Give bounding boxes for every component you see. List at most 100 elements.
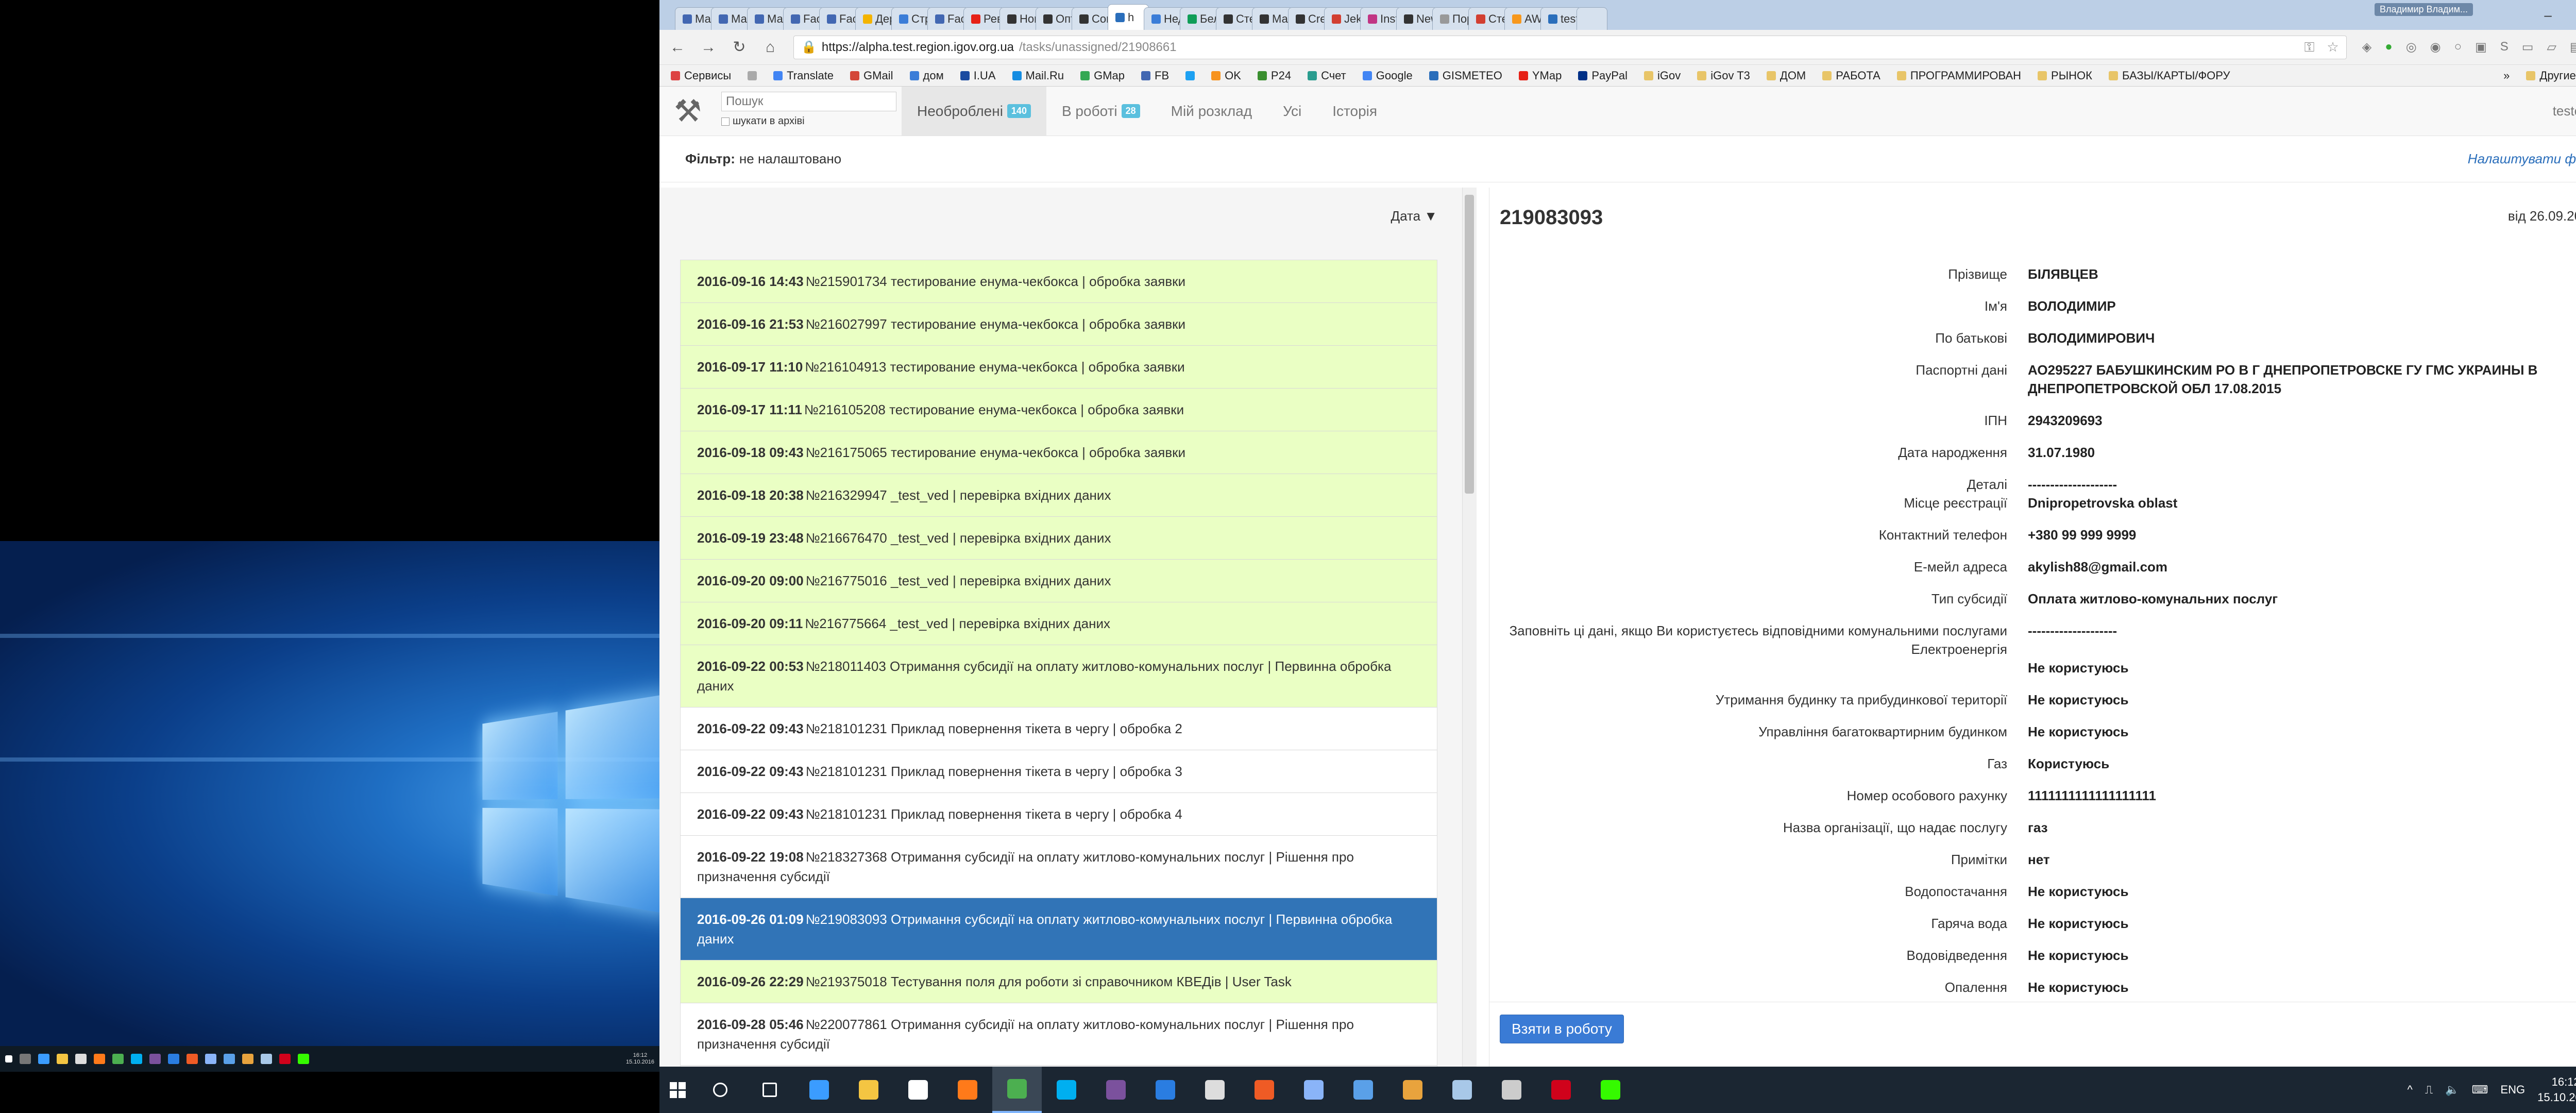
start-icon[interactable] [5,1055,12,1063]
taskbar-postman-icon[interactable] [1240,1067,1289,1113]
browser-tab[interactable]: Hon [999,7,1041,30]
taskbar-edge-icon[interactable] [794,1067,844,1113]
star-icon[interactable]: ☆ [2327,39,2338,55]
nav-tab[interactable]: В роботі 28 [1046,87,1156,136]
task-row[interactable]: 2016-09-16 14:43 №215901734 тестирование … [681,260,1437,303]
bookmark-item[interactable]: PayPal [1578,69,1628,82]
bookmark-item[interactable]: БАЗЫ/КАРТЫ/ФОРУ [2109,69,2230,82]
extension-icon[interactable]: ▭ [2522,40,2534,55]
taskbar-sync-icon[interactable] [1338,1067,1388,1113]
chevron-up-icon[interactable]: ^ [2408,1083,2413,1097]
browser-tab[interactable]: Пор [1432,7,1473,30]
url-field[interactable]: 🔒 https://alpha.test.region.igov.org.ua /… [793,36,2347,59]
bookmark-item[interactable]: Счет [1308,69,1346,82]
start-button[interactable] [659,1067,696,1113]
browser-tab[interactable]: Face [927,7,969,30]
browser-tab[interactable]: Jeky [1324,7,1365,30]
taskbar-icon[interactable] [131,1054,142,1064]
browser-tab[interactable]: Нед [1144,7,1185,30]
language-indicator[interactable]: ENG [2500,1083,2525,1097]
taskbar-icon[interactable] [205,1054,216,1064]
taskbar-icon[interactable] [20,1054,31,1064]
taskbar-icon[interactable] [94,1054,105,1064]
task-row[interactable]: 2016-09-17 11:10 №216104913 тестирование … [681,346,1437,389]
taskbar-box-icon[interactable] [1289,1067,1338,1113]
bookmark-item[interactable] [748,71,757,80]
task-row[interactable]: 2016-09-22 09:43 №218101231 Приклад повер… [681,750,1437,793]
task-row[interactable]: 2016-09-18 20:38 №216329947 _test_ved | п… [681,474,1437,517]
tools-logo-icon[interactable]: ⚒ [659,87,716,136]
browser-tab[interactable]: Insta [1360,7,1401,30]
browser-tab[interactable]: Con [1072,7,1113,30]
browser-tab[interactable]: Face [783,7,824,30]
taskbar-explorer-icon[interactable] [844,1067,893,1113]
bookmark-item[interactable] [1185,71,1195,80]
taskbar-media-icon[interactable] [1190,1067,1240,1113]
taskbar-task-view-icon[interactable] [745,1067,794,1113]
bookmark-item[interactable]: Google [1363,69,1413,82]
browser-tab[interactable]: New [1396,7,1437,30]
profile-badge[interactable]: Владимир Владим... [2375,3,2473,16]
task-row[interactable]: 2016-09-22 19:08 №218327368 Отримання суб… [681,836,1437,898]
nav-tab[interactable]: Необроблені 140 [902,87,1046,136]
taskbar-icon[interactable] [187,1054,198,1064]
taskbar-skype-icon[interactable] [1042,1067,1091,1113]
taskbar-filezilla-icon[interactable] [1536,1067,1586,1113]
taskbar-icon[interactable] [38,1054,49,1064]
bookmark-item[interactable]: FB [1141,69,1169,82]
extension-icon[interactable]: ▱ [2547,40,2556,55]
browser-tab[interactable]: AWS [1504,7,1546,30]
task-row[interactable]: 2016-09-26 01:09 №219083093 Отримання суб… [681,898,1437,960]
taskbar-icon[interactable] [242,1054,253,1064]
taskbar-dreamweaver-icon[interactable] [1586,1067,1635,1113]
bookmark-item[interactable]: РЫНОК [2038,69,2092,82]
taskbar-search-icon[interactable] [696,1067,745,1113]
task-row[interactable]: 2016-09-17 11:11 №216105208 тестирование … [681,389,1437,431]
taskbar-icon[interactable] [75,1054,87,1064]
task-row[interactable]: 2016-09-22 09:43 №218101231 Приклад повер… [681,707,1437,750]
task-row[interactable]: 2016-09-19 23:48 №216676470 _test_ved | п… [681,517,1437,560]
task-row[interactable]: 2016-09-28 05:46 №220077861 Отримання суб… [681,1003,1437,1066]
volume-icon[interactable]: 🔈 [2445,1083,2459,1097]
taskbar-chrome-icon[interactable] [992,1067,1042,1113]
browser-tab[interactable]: Cre [1288,7,1329,30]
minimize-icon[interactable]: – [2544,7,2551,23]
bookmark-item[interactable]: дом [910,69,944,82]
taskbar-icon[interactable] [261,1054,272,1064]
extension-icon[interactable]: ● [2385,40,2393,55]
task-row[interactable]: 2016-09-22 00:53 №218011403 Отримання суб… [681,645,1437,707]
taskbar-icon[interactable] [57,1054,68,1064]
extension-icon[interactable]: ◈ [2362,40,2371,55]
home-icon[interactable]: ⌂ [762,39,778,56]
task-list-scrollbar[interactable] [1462,188,1477,1067]
browser-tab[interactable]: Face [819,7,860,30]
new-tab-button[interactable] [1577,7,1607,30]
browser-tab[interactable]: test [1540,7,1582,30]
search-input[interactable] [721,92,896,111]
browser-tab[interactable]: Ма [1252,7,1293,30]
clock[interactable]: 16:1215.10.2016 [2537,1074,2576,1105]
extension-icon[interactable]: ▣ [2475,40,2487,55]
bookmark-item[interactable]: P24 [1258,69,1291,82]
bookmark-item[interactable]: GISMETEO [1429,69,1502,82]
taskbar-icon[interactable] [224,1054,235,1064]
browser-tab[interactable]: Мах [711,7,752,30]
browser-tab[interactable]: h [1108,4,1149,30]
browser-tab[interactable]: Бел [1180,7,1221,30]
bookmark-item[interactable]: Сервисы [671,69,731,82]
other-bookmarks[interactable]: Другие закладки [2526,69,2576,82]
extension-icon[interactable]: S [2500,40,2509,55]
user-menu[interactable]: tester ▾ [2553,87,2576,136]
taskbar-tool-icon[interactable] [1487,1067,1536,1113]
keyboard-icon[interactable]: ⌨ [2472,1083,2488,1097]
taskbar-app-icon[interactable] [1141,1067,1190,1113]
taskbar-store-icon[interactable] [893,1067,943,1113]
task-row[interactable]: 2016-09-26 22:29 №219375018 Тестування по… [681,960,1437,1003]
browser-tab[interactable]: Опт [1036,7,1077,30]
taskbar-network-icon[interactable] [1388,1067,1437,1113]
browser-tab[interactable]: Стру [891,7,933,30]
taskbar-icon[interactable] [279,1054,291,1064]
nav-tab[interactable]: Мій розклад [1156,87,1267,136]
bookmark-item[interactable]: ДОМ [1767,69,1806,82]
bookmark-item[interactable]: OK [1211,69,1241,82]
